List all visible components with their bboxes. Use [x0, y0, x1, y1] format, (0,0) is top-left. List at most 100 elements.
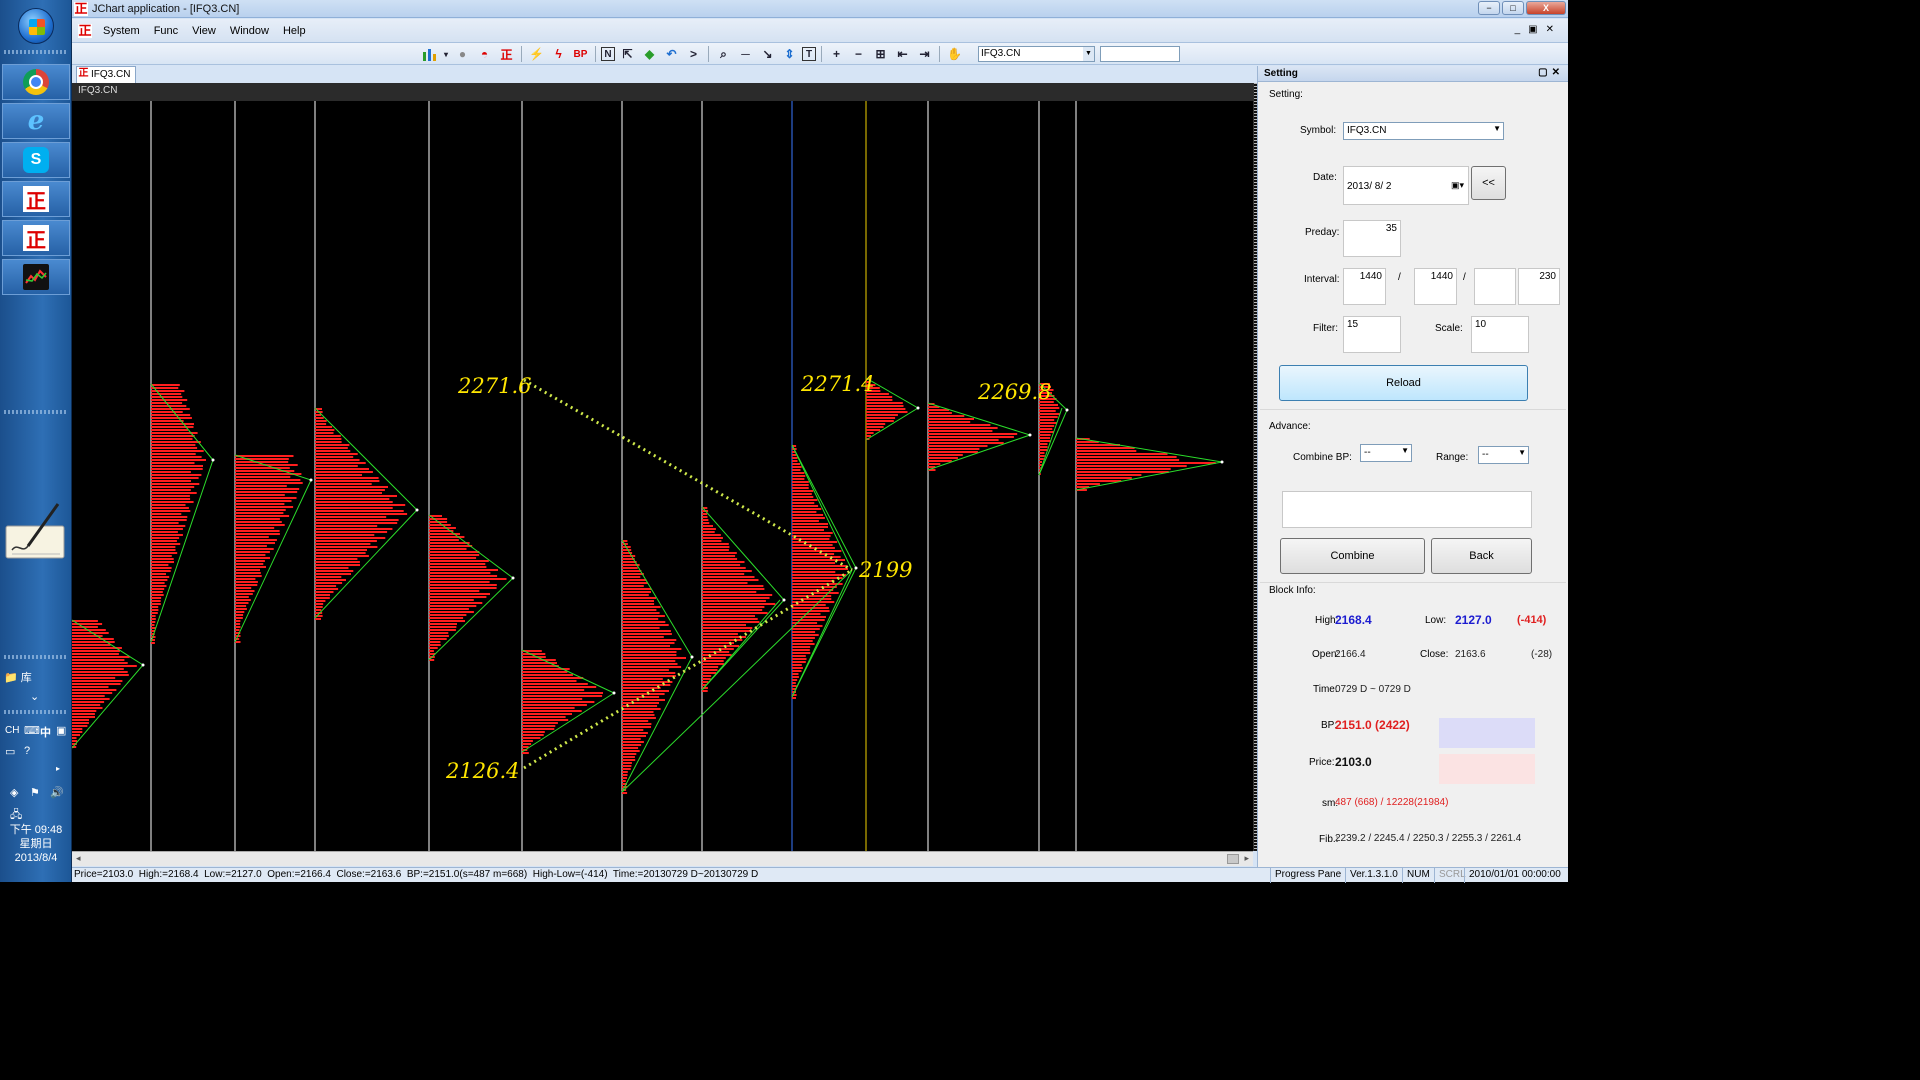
toolbar-search-input[interactable] [1100, 46, 1180, 62]
clock-time[interactable]: 下午 09:48 [0, 824, 72, 837]
back-button[interactable]: Back [1431, 538, 1532, 574]
profile-bar [151, 603, 161, 605]
chevron-down-icon[interactable]: ⌄ [30, 690, 39, 703]
shield-icon[interactable]: ◈ [10, 786, 18, 799]
diagonal-line-icon[interactable]: ↘ [758, 45, 777, 63]
taskbar-ie[interactable]: e [2, 103, 70, 139]
text-tool-icon[interactable]: T [802, 47, 816, 61]
select-arrow-icon[interactable]: ⇱ [618, 45, 637, 63]
scroll-right-icon[interactable]: ⇥ [915, 45, 934, 63]
profile-bar [315, 501, 393, 503]
screen-icon[interactable]: ▭ [5, 745, 15, 758]
combine-button[interactable]: Combine [1280, 538, 1425, 574]
symbol-combo[interactable]: IFQ3.CN ▼ [978, 46, 1095, 62]
settings-icon[interactable]: ▣ [56, 724, 66, 737]
reload-button[interactable]: Reload [1279, 365, 1528, 401]
zoom-out-icon[interactable]: − [849, 45, 868, 63]
taskbar-chrome[interactable] [2, 64, 70, 100]
profile-bar [315, 573, 351, 575]
profile-bar [866, 426, 884, 428]
scroll-left-arrow-icon[interactable]: ◂ [76, 853, 81, 864]
menu-system[interactable]: System [96, 25, 147, 37]
maximize-button[interactable]: □ [1502, 1, 1524, 15]
chevron-down-icon[interactable]: ▼ [1083, 47, 1094, 61]
keyboard-icon[interactable]: ⌨ [24, 724, 40, 737]
car-icon[interactable]: ◓ [475, 45, 494, 63]
chevron-down-icon[interactable]: ▾ [442, 45, 450, 63]
tablet-input-icon[interactable] [4, 500, 66, 562]
tab-ifq3cn[interactable]: 正 IFQ3.CN [76, 66, 136, 83]
help-icon[interactable]: ? [24, 745, 30, 757]
menu-view[interactable]: View [185, 25, 223, 37]
start-button[interactable] [18, 8, 54, 44]
cube-icon[interactable]: ◆ [640, 45, 659, 63]
undo-icon[interactable]: ↶ [662, 45, 681, 63]
pane-controls[interactable]: ▢✕ [1538, 67, 1564, 78]
record-icon[interactable]: ● [453, 45, 472, 63]
market-profile-chart[interactable]: 2271.6 2126.4 2271.4 2199 2269.8 [72, 83, 1253, 851]
profile-bar [702, 522, 710, 524]
preday-input[interactable]: 35 [1343, 220, 1401, 257]
interval-2-input[interactable]: 1440 [1414, 268, 1457, 305]
profile-bar [151, 528, 183, 530]
lightning-red-icon[interactable]: ϟ [549, 45, 568, 63]
language-indicator[interactable]: CH [5, 725, 19, 736]
menu-window[interactable]: Window [223, 25, 276, 37]
scale-input[interactable]: 10 [1471, 316, 1529, 353]
network-icon[interactable]: 🖧 [10, 806, 22, 825]
forward-icon[interactable]: > [684, 45, 703, 63]
volume-icon[interactable]: 🔊 [50, 786, 64, 799]
profile-bar [792, 571, 836, 573]
date-picker[interactable]: 2013/ 8/ 2 ▣▾ [1343, 166, 1469, 205]
library-toolbar[interactable]: 📁 库 [4, 669, 32, 685]
chart-area[interactable]: 2271.6 2126.4 2271.4 2199 2269.8 IFQ3.CN [72, 83, 1253, 851]
scroll-left-icon[interactable]: ⇤ [893, 45, 912, 63]
profile-bar [72, 701, 105, 703]
n-button[interactable]: N [601, 47, 615, 61]
bp-button[interactable]: BP [571, 45, 590, 63]
scroll-thumb[interactable] [1227, 854, 1239, 864]
fib-value: 2239.2 / 2245.4 / 2250.3 / 2255.3 / 2261… [1335, 833, 1522, 844]
range-select[interactable]: -- ▼ [1478, 446, 1529, 464]
zoom-icon[interactable]: ⌕ [714, 45, 733, 63]
expand-icon[interactable]: ▸ [56, 764, 60, 773]
back-date-button[interactable]: << [1471, 166, 1506, 200]
menu-func[interactable]: Func [147, 25, 185, 37]
profile-bar [151, 393, 182, 395]
profile-bar [622, 663, 678, 665]
grid-icon[interactable]: ⊞ [871, 45, 890, 63]
taskbar-chart-app[interactable] [2, 259, 70, 295]
vertical-arrows-icon[interactable]: ⇕ [780, 45, 799, 63]
filter-input[interactable]: 15 [1343, 316, 1401, 353]
scroll-right-arrow-icon[interactable]: ▸ [1244, 853, 1249, 864]
lightning-icon[interactable]: ⚡ [527, 45, 546, 63]
interval-4-input[interactable]: 230 [1518, 268, 1560, 305]
close-button[interactable]: X [1526, 1, 1566, 15]
chart-type-button[interactable] [420, 45, 439, 63]
app-logo-icon[interactable]: 正 [78, 23, 92, 38]
profile-bar [429, 569, 498, 571]
profile-bar [792, 514, 824, 516]
title-bar[interactable]: 正 JChart application - [IFQ3.CN] − □ X [72, 0, 1568, 18]
mdi-window-controls[interactable]: _▣✕ [1515, 24, 1562, 35]
taskbar-jchart-2[interactable]: 正 [2, 220, 70, 256]
tab-label: IFQ3.CN [91, 69, 131, 80]
advance-text-area[interactable] [1282, 491, 1532, 528]
ime-indicator[interactable]: 中 [40, 724, 51, 740]
hand-pan-icon[interactable]: ✋ [945, 45, 964, 63]
profile-bar [792, 676, 799, 678]
symbol-select[interactable]: IFQ3.CN ▼ [1343, 122, 1504, 140]
minimize-button[interactable]: − [1478, 1, 1500, 15]
interval-1-input[interactable]: 1440 [1343, 268, 1386, 305]
interval-3-input[interactable] [1474, 268, 1516, 305]
flag-icon[interactable]: ⚑ [30, 786, 40, 799]
combine-bp-select[interactable]: -- ▼ [1360, 444, 1412, 462]
taskbar-jchart-1[interactable]: 正 [2, 181, 70, 217]
calendar-icon[interactable]: ▣▾ [1451, 180, 1464, 191]
menu-help[interactable]: Help [276, 25, 313, 37]
zoom-in-icon[interactable]: + [827, 45, 846, 63]
horizontal-line-icon[interactable]: ─ [736, 45, 755, 63]
horizontal-scrollbar[interactable]: ◂ ▸ [72, 851, 1253, 866]
taskbar-skype[interactable]: S [2, 142, 70, 178]
jchart-logo-icon[interactable]: 正 [497, 45, 516, 63]
